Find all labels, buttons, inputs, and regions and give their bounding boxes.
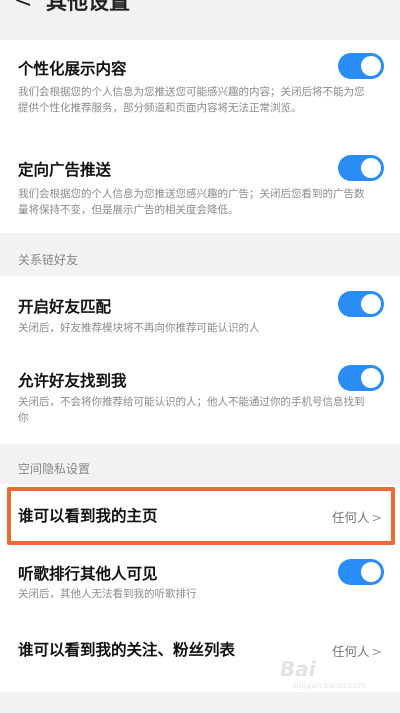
row-targeted-ads-title: 定向广告推送	[18, 161, 112, 179]
row-friend-match-desc: 关闭后，好友推荐模块将不再向你推荐可能认识的人	[18, 322, 260, 334]
personalization-card: 个性化展示内容 我们会根据您的个人信息为您推送您可能感兴趣的内容；关闭后将不能为…	[0, 40, 400, 233]
friends-card: 开启好友匹配 关闭后，好友推荐模块将不再向你推荐可能认识的人 允许好友找到我 关…	[0, 276, 400, 444]
row-follow-list-title: 谁可以看到我的关注、粉丝列表	[18, 641, 236, 659]
section-space-privacy: 空间隐私设置	[18, 462, 91, 476]
row-personalized-desc: 我们会根据您的个人信息为您推送您可能感兴趣的内容；关闭后将不能为您提供个性化推荐…	[18, 86, 365, 114]
toggle-knob	[361, 368, 381, 388]
targeted-ads-toggle[interactable]	[338, 155, 384, 181]
music-rank-toggle[interactable]	[338, 559, 384, 585]
row-music-rank-title: 听歌排行其他人可见	[18, 565, 158, 583]
row-music-rank-desc: 关闭后，其他人无法看到我的听歌排行	[18, 588, 197, 600]
chevron-right-icon: >	[371, 644, 382, 659]
row-personalized-title: 个性化展示内容	[18, 60, 127, 78]
header: < 其他设置	[0, 0, 400, 28]
baidu-watermark: Bai jingyan.baidu.com	[280, 657, 370, 691]
toggle-knob	[361, 294, 381, 314]
friend-match-toggle[interactable]	[338, 291, 384, 317]
back-icon[interactable]: <	[14, 0, 32, 13]
toggle-knob	[361, 158, 381, 178]
toggle-knob	[361, 562, 381, 582]
allow-find-toggle[interactable]	[338, 365, 384, 391]
page-title: 其他设置	[46, 0, 130, 14]
row-allow-find-desc: 关闭后，不会将你推荐给可能认识的人；他人不能通过你的手机号信息找到你	[18, 396, 365, 424]
row-friend-match: 开启好友匹配 关闭后，好友推荐模块将不再向你推荐可能认识的人	[0, 276, 400, 346]
personalized-toggle[interactable]	[338, 53, 384, 79]
watermark-text: Bai	[280, 657, 316, 681]
toggle-knob	[361, 56, 381, 76]
highlight-box	[7, 487, 395, 545]
row-targeted-ads: 定向广告推送 我们会根据您的个人信息为您推送您感兴趣的广告；关闭后您看到的广告数…	[0, 142, 400, 232]
section-friends-chain: 关系链好友	[18, 253, 79, 267]
row-allow-find-title: 允许好友找到我	[18, 372, 127, 390]
row-music-rank: 听歌排行其他人可见 关闭后，其他人无法看到我的听歌排行	[0, 550, 400, 616]
watermark-sub: jingyan.baidu.com	[292, 681, 366, 690]
row-personalized: 个性化展示内容 我们会根据您的个人信息为您推送您可能感兴趣的内容；关闭后将不能为…	[0, 40, 400, 136]
row-allow-find: 允许好友找到我 关闭后，不会将你推荐给可能认识的人；他人不能通过你的手机号信息找…	[0, 354, 400, 444]
row-friend-match-title: 开启好友匹配	[18, 298, 112, 316]
row-targeted-ads-desc: 我们会根据您的个人信息为您推送您感兴趣的广告；关闭后您看到的广告数量将保持不变，…	[18, 188, 365, 216]
